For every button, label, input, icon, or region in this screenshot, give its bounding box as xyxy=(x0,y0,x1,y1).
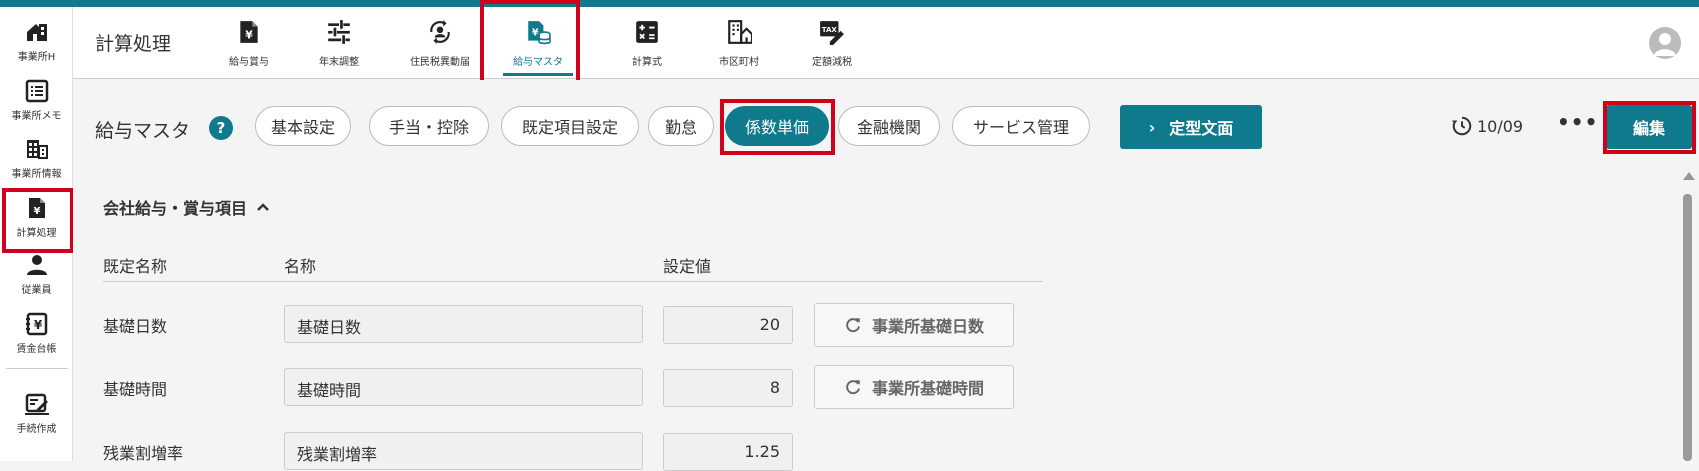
history-clock-icon xyxy=(1451,116,1472,136)
column-header-name: 名称 xyxy=(284,257,317,276)
sidebar-item-label: 事業所H xyxy=(17,51,56,63)
reset-button-label: 事業所基礎時間 xyxy=(871,379,984,398)
tab-fixed-tax-reduction[interactable]: TAX 定額減税 xyxy=(789,7,875,79)
pill-default-items[interactable]: 既定項目設定 xyxy=(501,106,639,146)
chevron-right-icon: › xyxy=(1148,117,1156,137)
help-icon[interactable]: ? xyxy=(209,116,233,140)
template-button[interactable]: › 定型文面 xyxy=(1120,105,1262,149)
tab-label: 定額減税 xyxy=(812,56,852,68)
tab-municipality[interactable]: 市区町村 xyxy=(696,7,782,79)
reset-base-hours-button[interactable]: 事業所基礎時間 xyxy=(814,365,1014,409)
row-label-overtime-rate: 残業割増率 xyxy=(103,444,184,463)
column-header-setting-value: 設定値 xyxy=(663,257,712,276)
tab-salary-bonus[interactable]: ¥ 給与賞与 xyxy=(206,7,292,79)
scroll-up-arrow[interactable] xyxy=(1683,172,1695,180)
name-field-base-days[interactable]: 基礎日数 xyxy=(284,305,643,343)
highlight-tab-salary-master xyxy=(480,0,580,86)
chevron-up-icon xyxy=(257,203,269,211)
value-field-base-days[interactable]: 20 xyxy=(663,306,793,344)
sidebar-item-procedure-create[interactable]: 手続作成 xyxy=(0,383,73,443)
tab-resident-tax-change[interactable]: 住民税異動届 xyxy=(390,7,490,79)
row-label-base-hours: 基礎時間 xyxy=(103,380,168,399)
value-field-base-hours[interactable]: 8 xyxy=(663,369,793,407)
person-cycle-icon xyxy=(430,19,450,44)
header: 計算処理 ¥ 給与賞与 年末調整 住民税異動届 ¥ 給与マスタ 計算式 市区町村… xyxy=(73,7,1699,79)
calculator-icon xyxy=(636,20,658,43)
city-hall-icon xyxy=(728,19,752,44)
person-icon xyxy=(26,254,47,275)
sidebar-item-employees[interactable]: 従業員 xyxy=(0,244,73,304)
pill-allowance-deduction[interactable]: 手当・控除 xyxy=(369,106,489,146)
reset-button-label: 事業所基礎日数 xyxy=(871,317,984,336)
svg-text:¥: ¥ xyxy=(33,318,42,332)
history-date: 10/09 xyxy=(1477,116,1524,136)
header-title: 計算処理 xyxy=(95,33,172,55)
sidebar-item-office-home[interactable]: 事業所H xyxy=(0,11,73,71)
tab-label: 住民税異動届 xyxy=(410,56,470,68)
sidebar-item-label: 従業員 xyxy=(21,284,52,296)
sliders-icon xyxy=(328,19,350,44)
highlight-sidebar-calculation xyxy=(2,188,74,253)
sidebar-item-wage-ledger[interactable]: ¥ 賃金台帳 xyxy=(0,303,73,363)
tab-label: 年末調整 xyxy=(319,56,359,68)
ledger-yen-icon: ¥ xyxy=(25,312,47,335)
section-title-text: 会社給与・賞与項目 xyxy=(103,199,248,218)
tab-year-end-adjustment[interactable]: 年末調整 xyxy=(296,7,382,79)
pill-financial-institution[interactable]: 金融機関 xyxy=(838,106,940,146)
edit-document-icon xyxy=(24,393,49,415)
memo-list-icon xyxy=(25,79,48,102)
avatar[interactable] xyxy=(1649,27,1681,59)
highlight-pill-coefficient xyxy=(720,99,835,155)
top-accent-bar xyxy=(0,0,1699,7)
sidebar-item-label: 手続作成 xyxy=(16,423,57,435)
user-avatar-icon xyxy=(1654,33,1676,56)
svg-text:¥: ¥ xyxy=(245,28,253,41)
tab-label: 計算式 xyxy=(632,56,662,68)
history-indicator[interactable]: 10/09 xyxy=(1451,114,1523,138)
column-header-default-name: 既定名称 xyxy=(103,257,168,276)
office-home-icon xyxy=(26,23,47,41)
sidebar-item-label: 事業所メモ xyxy=(11,110,62,122)
sidebar-item-office-info[interactable]: 事業所情報 xyxy=(0,128,73,188)
value-field-overtime-rate[interactable]: 1.25 xyxy=(663,433,793,471)
sidebar-item-label: 事業所情報 xyxy=(11,168,62,180)
sidebar-item-label: 賃金台帳 xyxy=(16,343,57,355)
sidebar-item-office-memo[interactable]: 事業所メモ xyxy=(0,70,73,130)
main-content: 給与マスタ ? 基本設定 手当・控除 既定項目設定 勤怠 係数単価 金融機関 サ… xyxy=(73,80,1699,471)
page-title: 給与マスタ xyxy=(95,120,191,142)
highlight-edit-button xyxy=(1603,101,1696,154)
svg-text:TAX: TAX xyxy=(822,25,838,34)
tax-edit-icon: TAX xyxy=(820,20,844,45)
vertical-scrollbar[interactable] xyxy=(1679,172,1695,461)
sidebar-divider xyxy=(6,368,68,369)
name-field-base-hours[interactable]: 基礎時間 xyxy=(284,368,643,406)
row-label-base-days: 基礎日数 xyxy=(103,317,168,336)
pill-attendance[interactable]: 勤怠 xyxy=(648,106,714,146)
reset-base-days-button[interactable]: 事業所基礎日数 xyxy=(814,303,1014,347)
tab-formula[interactable]: 計算式 xyxy=(604,7,690,79)
refresh-icon xyxy=(846,380,860,395)
tab-label: 市区町村 xyxy=(719,56,759,68)
scroll-thumb[interactable] xyxy=(1683,194,1692,461)
building-icon xyxy=(26,139,48,159)
template-button-label: 定型文面 xyxy=(1169,119,1234,138)
name-field-overtime-rate[interactable]: 残業割増率 xyxy=(284,432,643,470)
header-divider xyxy=(103,281,1043,282)
yen-document-icon: ¥ xyxy=(240,20,258,43)
section-title[interactable]: 会社給与・賞与項目 xyxy=(103,195,271,219)
tab-label: 給与賞与 xyxy=(229,56,269,68)
pill-service-management[interactable]: サービス管理 xyxy=(952,106,1090,146)
refresh-icon xyxy=(846,318,860,333)
more-options-icon[interactable]: ••• xyxy=(1557,110,1598,134)
pill-basic-settings[interactable]: 基本設定 xyxy=(255,106,351,146)
